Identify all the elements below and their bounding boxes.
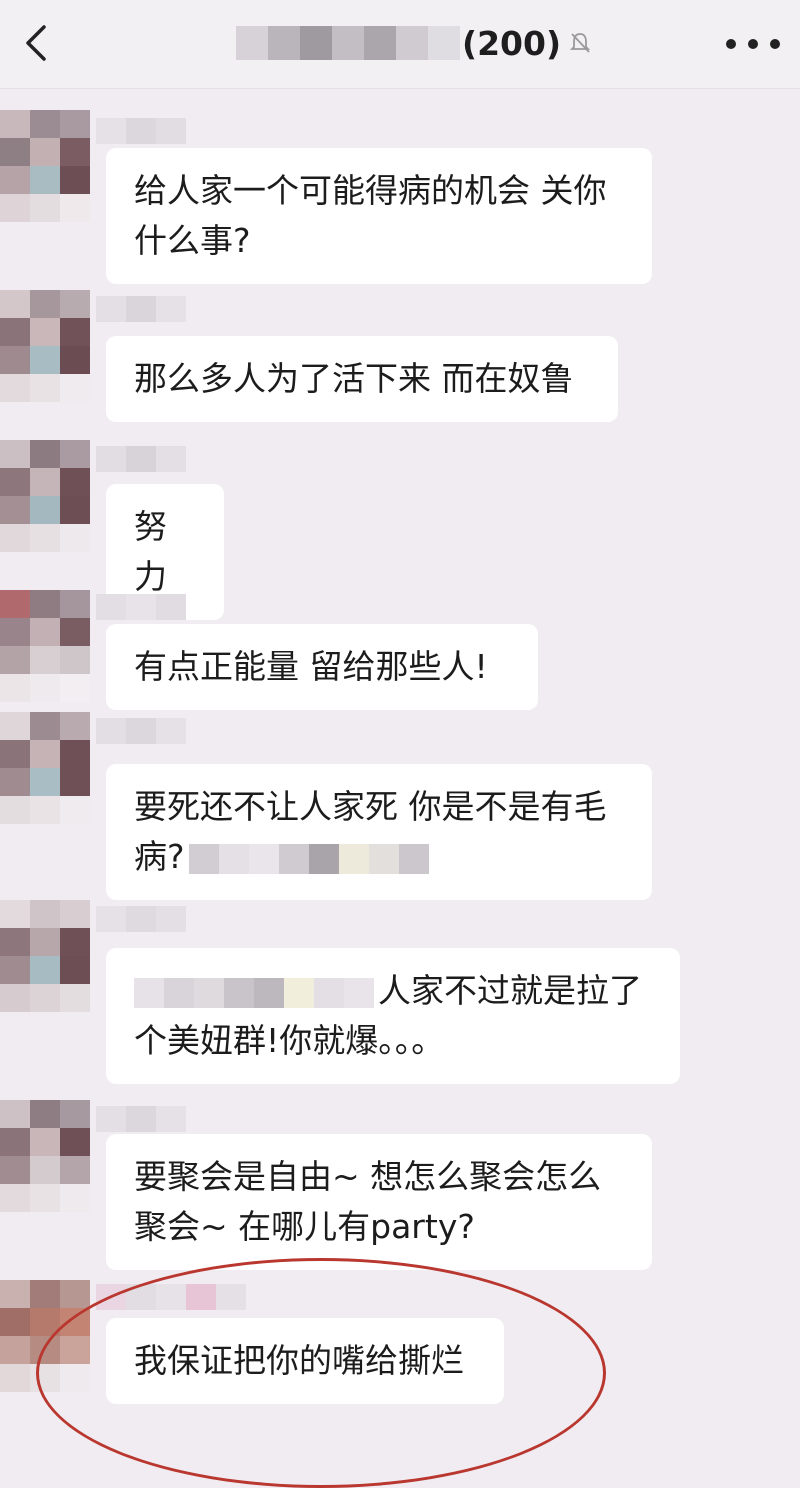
blurred-mention <box>188 843 429 874</box>
blurred-mention <box>134 977 374 1008</box>
message-bubble[interactable]: 我保证把你的嘴给撕烂 <box>106 1318 504 1404</box>
blurred-group-name <box>236 26 460 60</box>
message-bubble[interactable]: 人家不过就是拉了 个美妞群!你就爆。。。 <box>106 948 680 1084</box>
message-text: 病? <box>134 837 185 876</box>
blurred-nickname <box>96 296 186 322</box>
blurred-nickname <box>96 118 186 144</box>
message-text: 有点正能量 留给那些人! <box>134 647 488 686</box>
message-text: 个美妞群!你就爆。。。 <box>134 1021 445 1060</box>
message-bubble[interactable]: 给人家一个可能得病的机会 关你 什么事? <box>106 148 652 284</box>
message-text: 什么事? <box>134 221 251 260</box>
message-bubble[interactable]: 那么多人为了活下来 而在奴鲁 <box>106 336 618 422</box>
message-text: 要聚会是自由~ 想怎么聚会怎么 <box>134 1157 602 1196</box>
chat-title: (200) <box>236 20 591 66</box>
blurred-nickname <box>96 1106 186 1132</box>
message-text: 人家不过就是拉了 <box>378 971 642 1010</box>
avatar[interactable] <box>0 1280 90 1392</box>
chevron-left-icon <box>26 25 46 61</box>
avatar[interactable] <box>0 712 90 824</box>
message-text: 要死还不让人家死 你是不是有毛 <box>134 787 607 826</box>
avatar[interactable] <box>0 290 90 402</box>
member-count: (200) <box>462 23 562 63</box>
more-dots-icon <box>726 39 736 49</box>
avatar[interactable] <box>0 440 90 552</box>
blurred-nickname <box>96 906 186 932</box>
blurred-nickname <box>96 1284 246 1310</box>
avatar[interactable] <box>0 1100 90 1212</box>
back-button[interactable] <box>14 18 58 68</box>
message-text: 聚会~ 在哪儿有party? <box>134 1207 475 1246</box>
avatar[interactable] <box>0 110 90 222</box>
message-text: 努力 <box>134 507 167 596</box>
more-options-button[interactable] <box>726 22 780 66</box>
blurred-nickname <box>96 446 186 472</box>
message-text: 给人家一个可能得病的机会 关你 <box>134 171 607 210</box>
message-text: 那么多人为了活下来 而在奴鲁 <box>134 359 574 398</box>
message-text: 我保证把你的嘴给撕烂 <box>134 1341 464 1380</box>
bell-muted-icon <box>569 31 591 55</box>
blurred-nickname <box>96 718 186 744</box>
message-bubble[interactable]: 有点正能量 留给那些人! <box>106 624 538 710</box>
avatar[interactable] <box>0 590 90 702</box>
chat-header: (200) <box>0 0 800 89</box>
message-bubble[interactable]: 要死还不让人家死 你是不是有毛 病? <box>106 764 652 900</box>
avatar[interactable] <box>0 900 90 1012</box>
blurred-nickname <box>96 594 186 620</box>
message-bubble[interactable]: 要聚会是自由~ 想怎么聚会怎么 聚会~ 在哪儿有party? <box>106 1134 652 1270</box>
